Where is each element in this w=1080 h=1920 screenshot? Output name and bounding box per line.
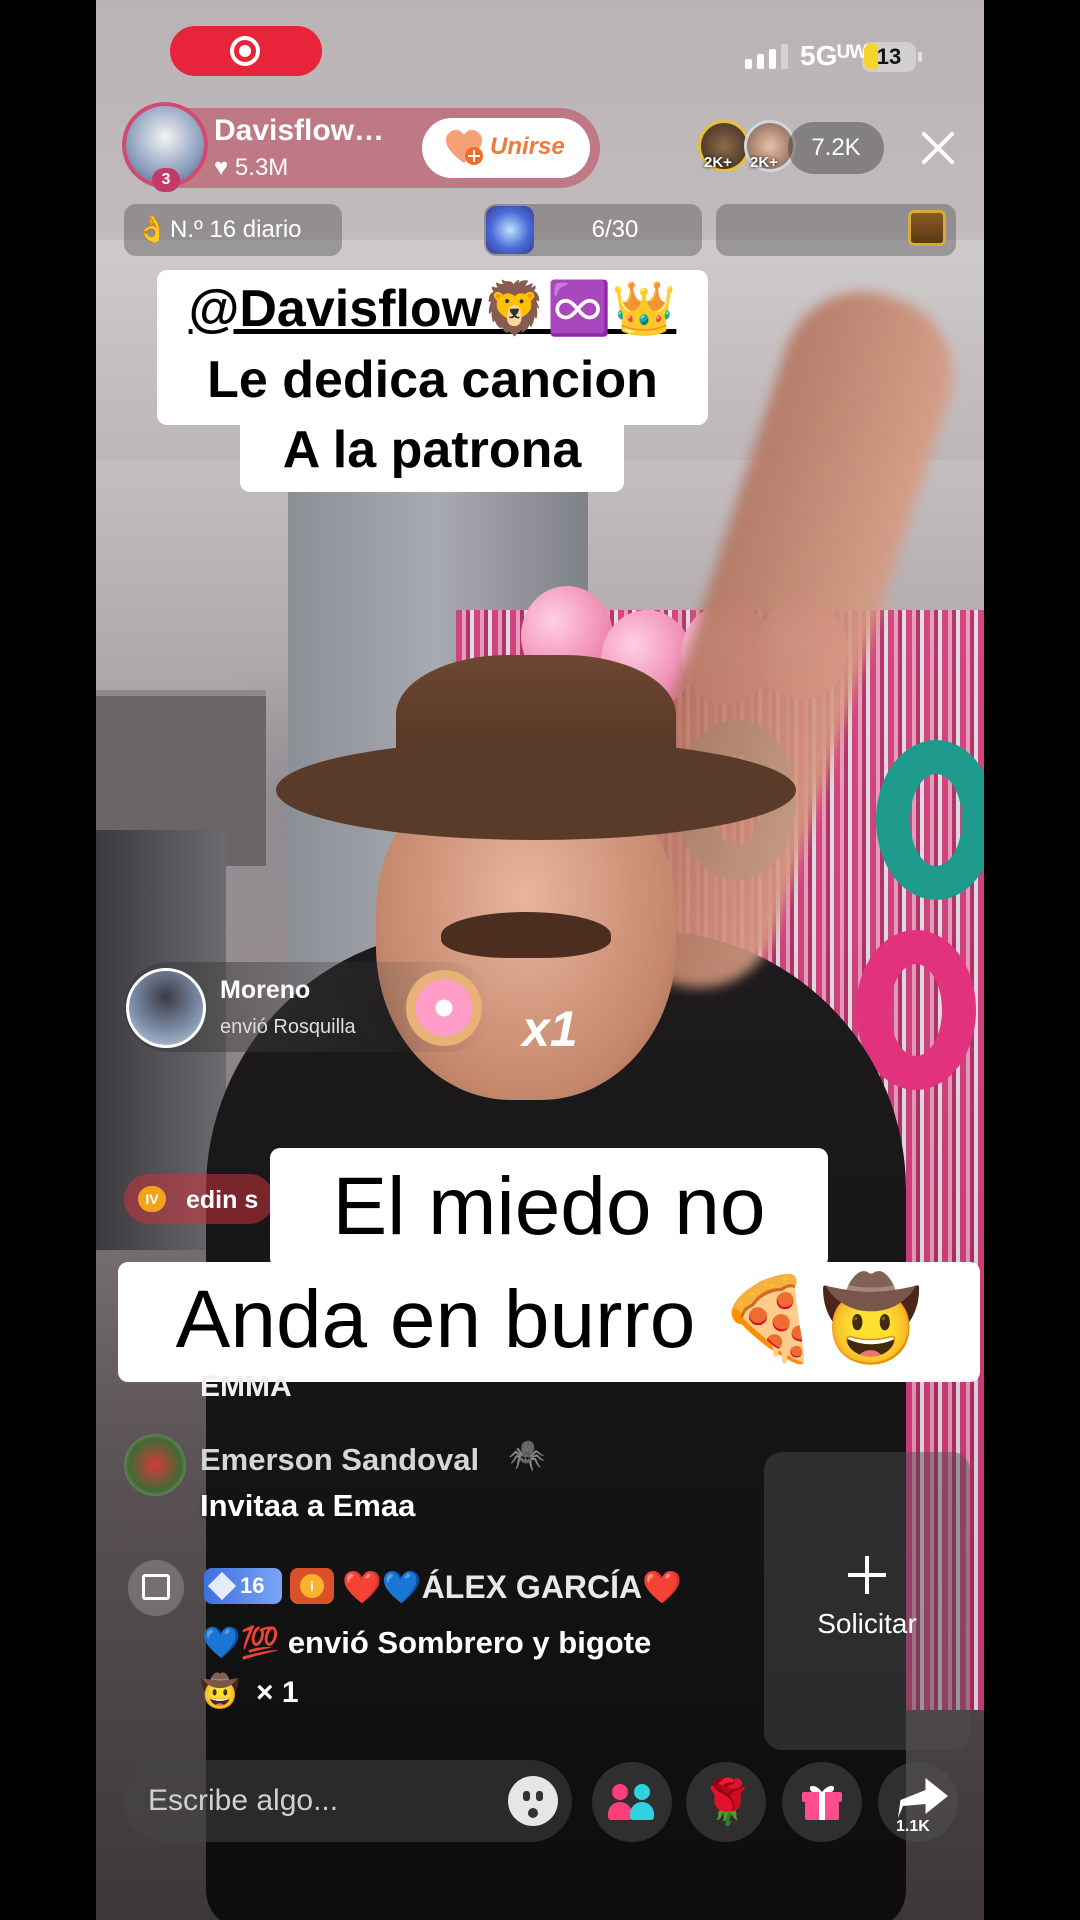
record-icon [230,36,260,66]
caption-line: El miedo no [332,1161,766,1252]
avatar[interactable] [124,1434,186,1496]
join-banner-name[interactable]: edin s [186,1186,258,1215]
top-viewer-tag: 2K+ [750,154,778,171]
cowboy-hat-brim [276,740,796,840]
gift-icon [142,1574,170,1600]
emoji-icon[interactable] [508,1776,558,1826]
level-number: 16 [240,1573,265,1598]
close-icon[interactable] [918,128,958,168]
battery-cap [918,52,922,62]
recording-indicator [170,26,322,76]
emoji-mouth [528,1808,538,1818]
comment-name[interactable]: Emerson Sandoval [200,1442,479,1478]
star-icon [486,206,534,254]
heart-plus-icon [446,130,483,165]
host-likes: ♥ 5.3M [214,154,289,181]
comment-text: Invitaa a Emaa [200,1488,416,1523]
mustache-effect [441,912,611,958]
caption-line: Anda en burro 🍕🤠 [175,1274,923,1365]
caption-line: Le dedica cancion [207,351,658,409]
join-label: Unirse [490,133,565,160]
caption-mention[interactable]: @Davisflow🦁♾️👑 [157,278,708,339]
gift-item-count: × 1 [256,1676,299,1709]
fan-badge-label: i [300,1574,324,1598]
balloon-letter [876,740,984,900]
share-count: 1.1K [896,1818,930,1835]
gift-message: 💙💯 envió Sombrero y bigote [202,1624,651,1661]
fire-icon: 👌 [136,214,169,244]
caption-line: A la patrona [282,421,582,479]
level-badge: IV [138,1186,166,1212]
gift-sender-name[interactable]: ❤️💙ÁLEX GARCÍA❤️ [342,1569,682,1605]
comment-input[interactable] [148,1784,488,1818]
goal-progress: 6/30 [591,216,639,243]
daily-rank-label: N.º 16 diario [170,216,302,243]
plus-icon [848,1556,886,1594]
people-icon [608,1782,658,1822]
host-rank-badge: 3 [152,168,180,192]
gift-count: x1 [522,1001,578,1057]
avatar[interactable] [126,968,206,1048]
gift-sender-name[interactable]: Moreno [220,976,310,1005]
gift-icon [802,1785,842,1820]
gift-sender: ❤️💙ÁLEX GARCÍA❤️ [342,1568,682,1606]
host-name[interactable]: Davisflow… [214,114,414,148]
battery-icon: 13 [862,42,916,72]
request-label: Solicitar [817,1608,917,1639]
top-viewer-tag: 2K+ [704,154,732,171]
rose-icon: 🌹 [700,1778,755,1827]
treasure-chest-icon [908,210,946,246]
viewer-count[interactable]: 7.2K [788,122,884,174]
gift-message-text: envió Sombrero y bigote [279,1625,652,1660]
signal-icon [745,44,788,69]
comment-name[interactable]: EMMA [200,1370,292,1404]
gift-message-prefix: 💙💯 [202,1625,280,1660]
spider-icon: 🕷️ [508,1439,546,1472]
gift-action: envió Rosquilla [220,1016,356,1038]
battery-level: 13 [876,44,902,69]
cowboy-hat-icon: 🤠 [200,1673,240,1709]
network-label: 5Gᵁᵂ [800,40,868,71]
request-panel[interactable] [764,1452,970,1750]
likes-count: 5.3M [234,154,289,181]
donut-icon [406,970,482,1046]
